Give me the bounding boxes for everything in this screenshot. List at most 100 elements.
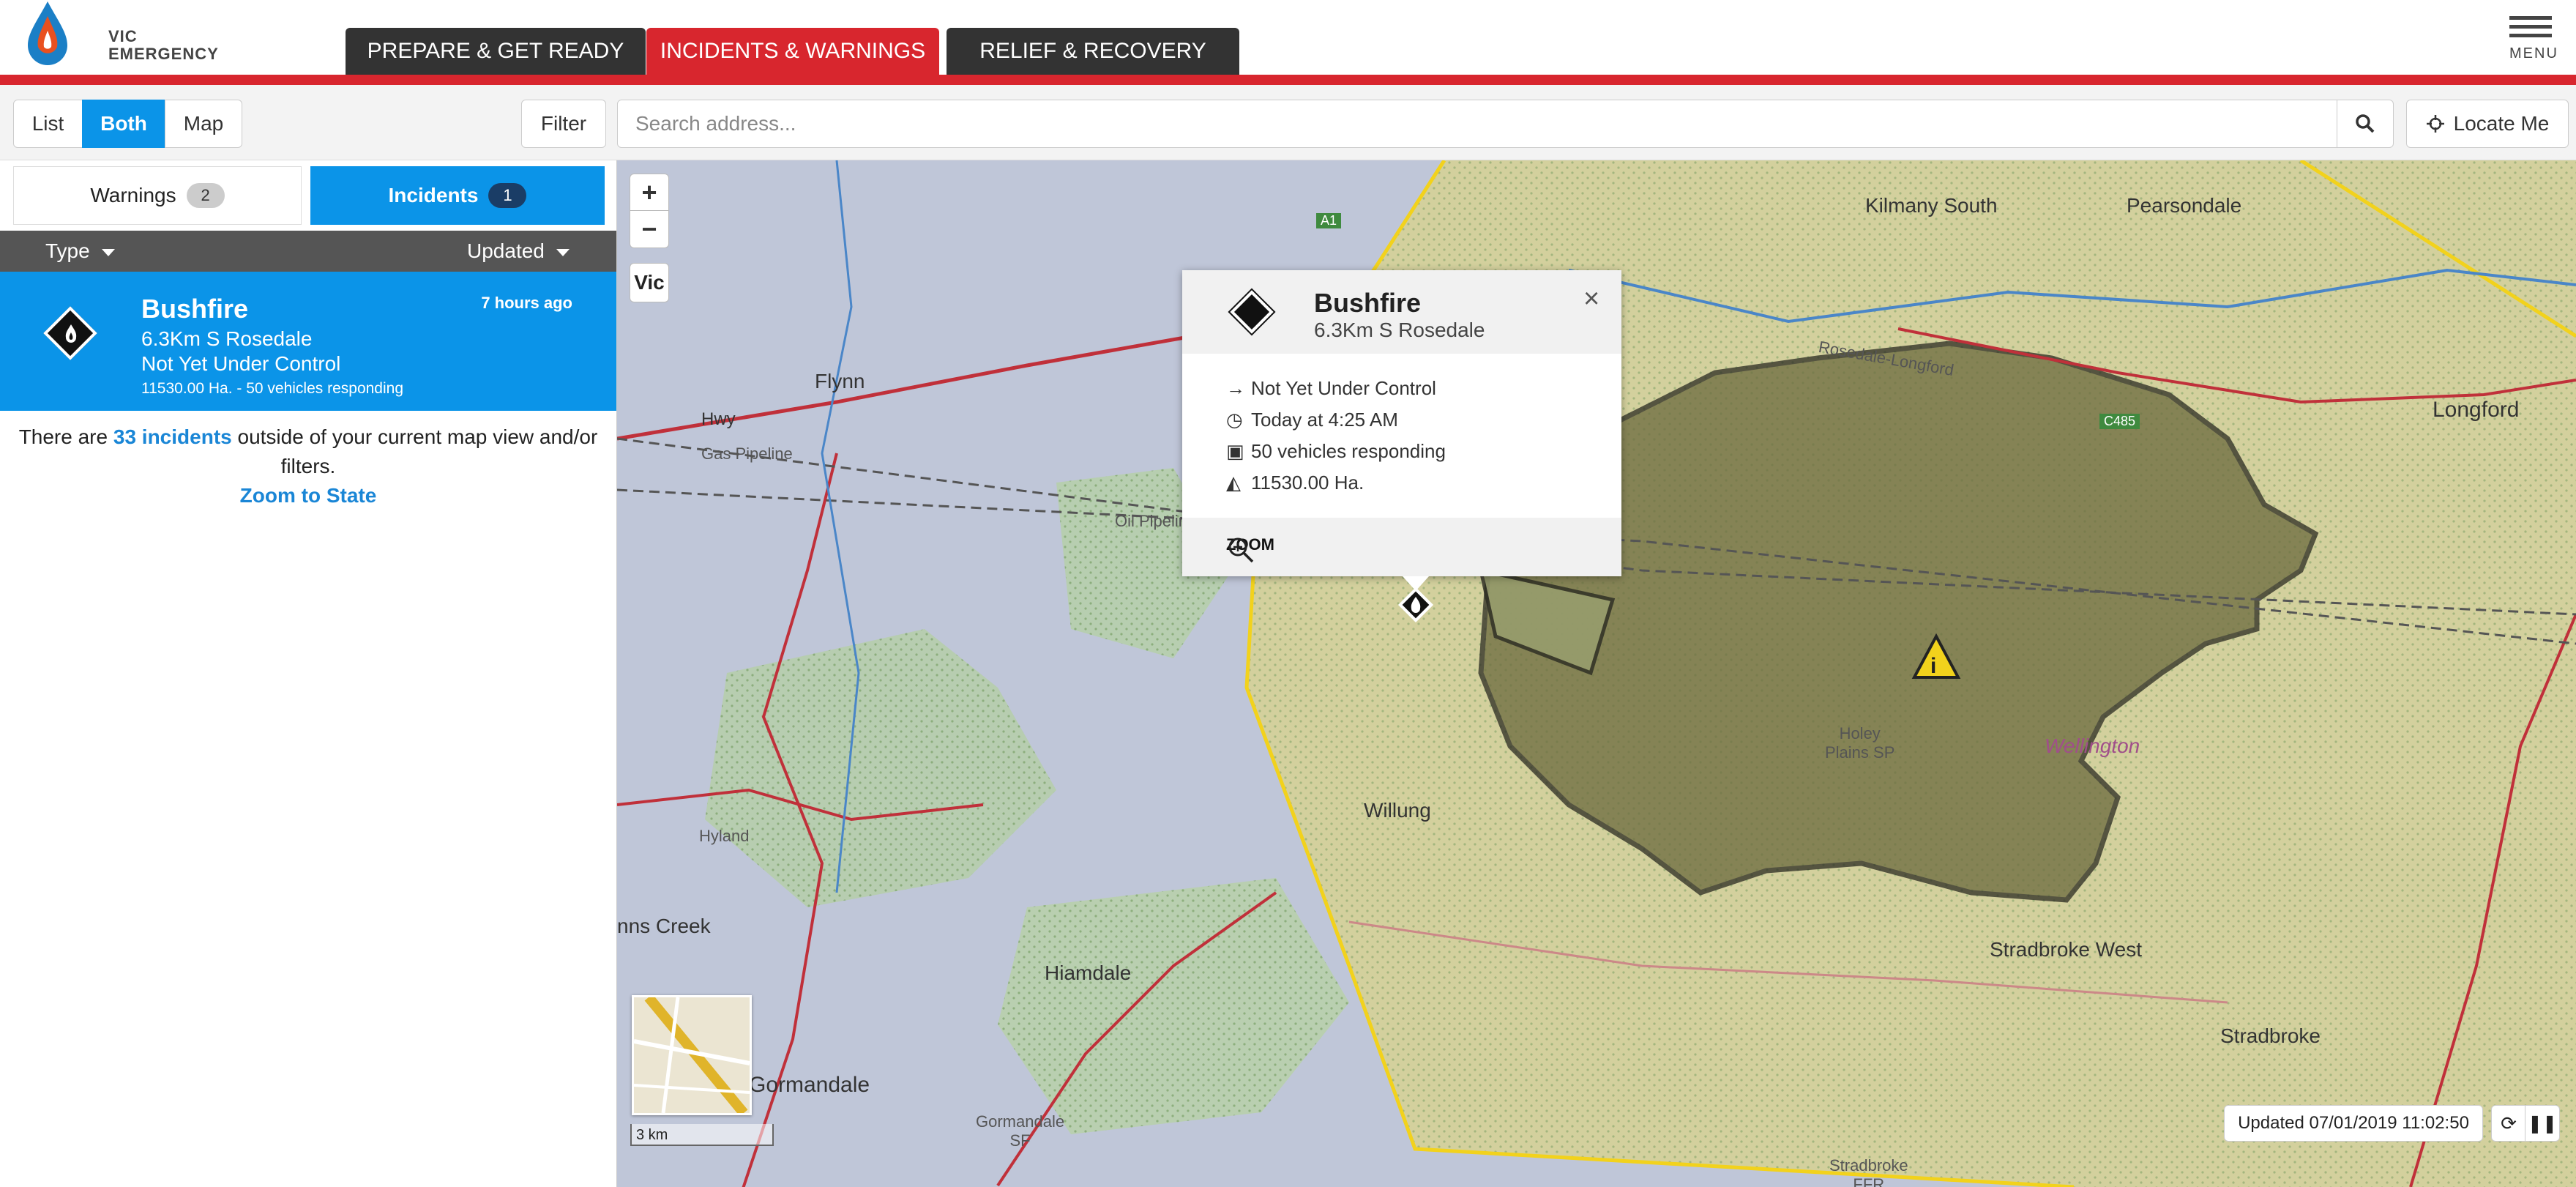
vic-emergency-logo[interactable]: VIC EMERGENCY [22, 0, 218, 70]
caret-down-icon [101, 248, 115, 256]
popup-status-row: → Not Yet Under Control [1226, 377, 1436, 400]
last-updated-timestamp: Updated 07/01/2019 11:02:50 [2224, 1105, 2483, 1142]
map-label-gormandale: Gormandale [749, 1073, 870, 1097]
incidents-count-badge: 1 [488, 183, 527, 208]
search-icon [2356, 114, 2375, 133]
zoom-to-state-link[interactable]: Zoom to State [13, 481, 603, 510]
warnings-count-badge: 2 [186, 183, 225, 208]
pause-button[interactable]: ❚❚ [2525, 1105, 2560, 1142]
bus-icon: ▣ [1226, 440, 1244, 462]
view-list-button[interactable]: List [13, 100, 83, 148]
arrow-right-icon: → [1226, 377, 1245, 399]
map-road-shield-a1: A1 [1316, 213, 1342, 228]
fire-icon [1230, 290, 1274, 334]
map-label-kilmany-south: Kilmany South [1865, 194, 1998, 217]
view-map-button[interactable]: Map [165, 100, 242, 148]
toolbar: List Both Map Filter Locate Me [0, 85, 2576, 160]
close-icon[interactable]: × [1583, 283, 1599, 315]
zoom-in-button[interactable]: + [630, 174, 669, 212]
popup-location: 6.3Km S Rosedale [1314, 319, 1485, 341]
caret-down-icon [556, 248, 570, 256]
refresh-button[interactable]: ⟳ [2491, 1105, 2526, 1142]
incident-list-item[interactable]: Bushfire 7 hours ago 6.3Km S Rosedale No… [0, 272, 616, 411]
popup-pointer [1403, 576, 1429, 591]
flame-drop-logo-icon [28, 1, 67, 65]
map-label-stradbroke-west: Stradbroke West [1990, 938, 2143, 961]
header-accent-bar [0, 75, 2576, 85]
incident-status: Not Yet Under Control [141, 352, 341, 375]
popup-time: Today at 4:25 AM [1251, 409, 1398, 431]
map-label-holey-plains: Holey Plains SP [1825, 724, 1895, 762]
map-scale-bar: 3 km [630, 1124, 774, 1146]
locate-me-label: Locate Me [2453, 112, 2550, 135]
sort-by-updated[interactable]: Updated [467, 239, 570, 263]
map-label-stradbroke: Stradbroke [2220, 1024, 2321, 1047]
nav-tab-relief-recovery[interactable]: RELIEF & RECOVERY [947, 28, 1239, 75]
popup-status: Not Yet Under Control [1251, 377, 1436, 399]
incident-location: 6.3Km S Rosedale [141, 327, 313, 350]
incident-time: 7 hours ago [481, 294, 572, 312]
note-suffix: outside of your current map view and/or … [237, 425, 598, 477]
menu-label: MENU [2509, 45, 2558, 62]
search-button[interactable] [2337, 100, 2394, 148]
search-input[interactable] [617, 100, 2337, 148]
popup-time-row: ◷ Today at 4:25 AM [1226, 409, 1398, 431]
locate-me-button[interactable]: Locate Me [2406, 100, 2569, 148]
sort-bar: Type Updated [0, 231, 616, 272]
map-label-hwy: Hwy [701, 409, 736, 429]
zoom-out-button[interactable]: − [630, 210, 669, 248]
street-map-thumbnail-icon [634, 997, 750, 1113]
map-label-stradbroke-ffr: Stradbroke FFR [1829, 1156, 1908, 1187]
map-label-willung: Willung [1364, 799, 1431, 822]
sort-by-type[interactable]: Type [45, 239, 115, 263]
crosshair-icon [2426, 115, 2444, 133]
zoom-magnifier-icon [1228, 537, 1254, 563]
fire-icon [65, 324, 77, 343]
sort-updated-label: Updated [467, 239, 545, 262]
map-label-wellington: Wellington [2045, 734, 2140, 757]
logo-text-emergency: EMERGENCY [108, 45, 219, 63]
basemap-switcher[interactable] [632, 995, 752, 1115]
note-prefix: There are [18, 425, 108, 448]
map-label-longford: Longford [2433, 398, 2520, 422]
nav-tab-prepare[interactable]: PREPARE & GET READY [346, 28, 646, 75]
map-label-pearsondale: Pearsondale [2127, 194, 2242, 217]
incident-popup: Bushfire 6.3Km S Rosedale × → Not Yet Und… [1182, 270, 1621, 576]
nav-tab-label: PREPARE & GET READY [367, 39, 624, 63]
nav-tab-incidents-warnings[interactable]: INCIDENTS & WARNINGS [646, 28, 939, 75]
tab-incidents[interactable]: Incidents 1 [310, 166, 605, 225]
map-label-gas-pipeline: Gas Pipeline [701, 444, 793, 463]
map-label-hyland: Hyland [699, 827, 750, 845]
tab-warnings[interactable]: Warnings 2 [13, 166, 302, 225]
logo-text: VIC EMERGENCY [108, 28, 219, 63]
popup-header: Bushfire 6.3Km S Rosedale × [1182, 270, 1621, 354]
map-label-gormandale-sf: Gormandale SF [976, 1112, 1065, 1150]
incident-sidebar: Warnings 2 Incidents 1 Type Updated Bush… [0, 160, 617, 1187]
view-both-button[interactable]: Both [82, 100, 165, 148]
tab-warnings-label: Warnings [90, 184, 176, 206]
clock-icon: ◷ [1226, 409, 1243, 431]
area-chart-icon: ◭ [1226, 472, 1241, 494]
popup-footer: ZOOM [1182, 518, 1621, 576]
popup-zoom-button[interactable]: ZOOM [1226, 535, 1274, 563]
popup-vehicles-row: ▣ 50 vehicles responding [1226, 440, 1446, 463]
pause-icon: ❚❚ [2527, 1113, 2558, 1134]
svg-text:i: i [1930, 654, 1936, 678]
map-label-hiamdale: Hiamdale [1045, 961, 1132, 984]
map-label-flynn: Flynn [815, 370, 865, 392]
outside-view-note: There are 33 incidents outside of your c… [13, 423, 603, 510]
outside-incidents-link[interactable]: 33 incidents [113, 425, 232, 448]
refresh-icon: ⟳ [2501, 1112, 2517, 1134]
map-road-shield-c485: C485 [2099, 414, 2140, 429]
site-header: VIC EMERGENCY PREPARE & GET READY INCIDE… [0, 0, 2576, 75]
menu-button[interactable]: MENU [2504, 13, 2569, 64]
nav-tab-label: RELIEF & RECOVERY [979, 39, 1206, 63]
logo-text-vic: VIC [108, 27, 138, 45]
popup-area-row: ◭ 11530.00 Ha. [1226, 472, 1364, 494]
popup-title: Bushfire [1314, 288, 1422, 318]
filter-button[interactable]: Filter [521, 100, 606, 148]
map-view[interactable]: i Kilmany South Pearsondale Longford Fly… [617, 160, 2576, 1187]
sort-type-label: Type [45, 239, 90, 262]
tab-incidents-label: Incidents [388, 184, 479, 206]
vic-extent-button[interactable]: Vic [630, 263, 669, 302]
